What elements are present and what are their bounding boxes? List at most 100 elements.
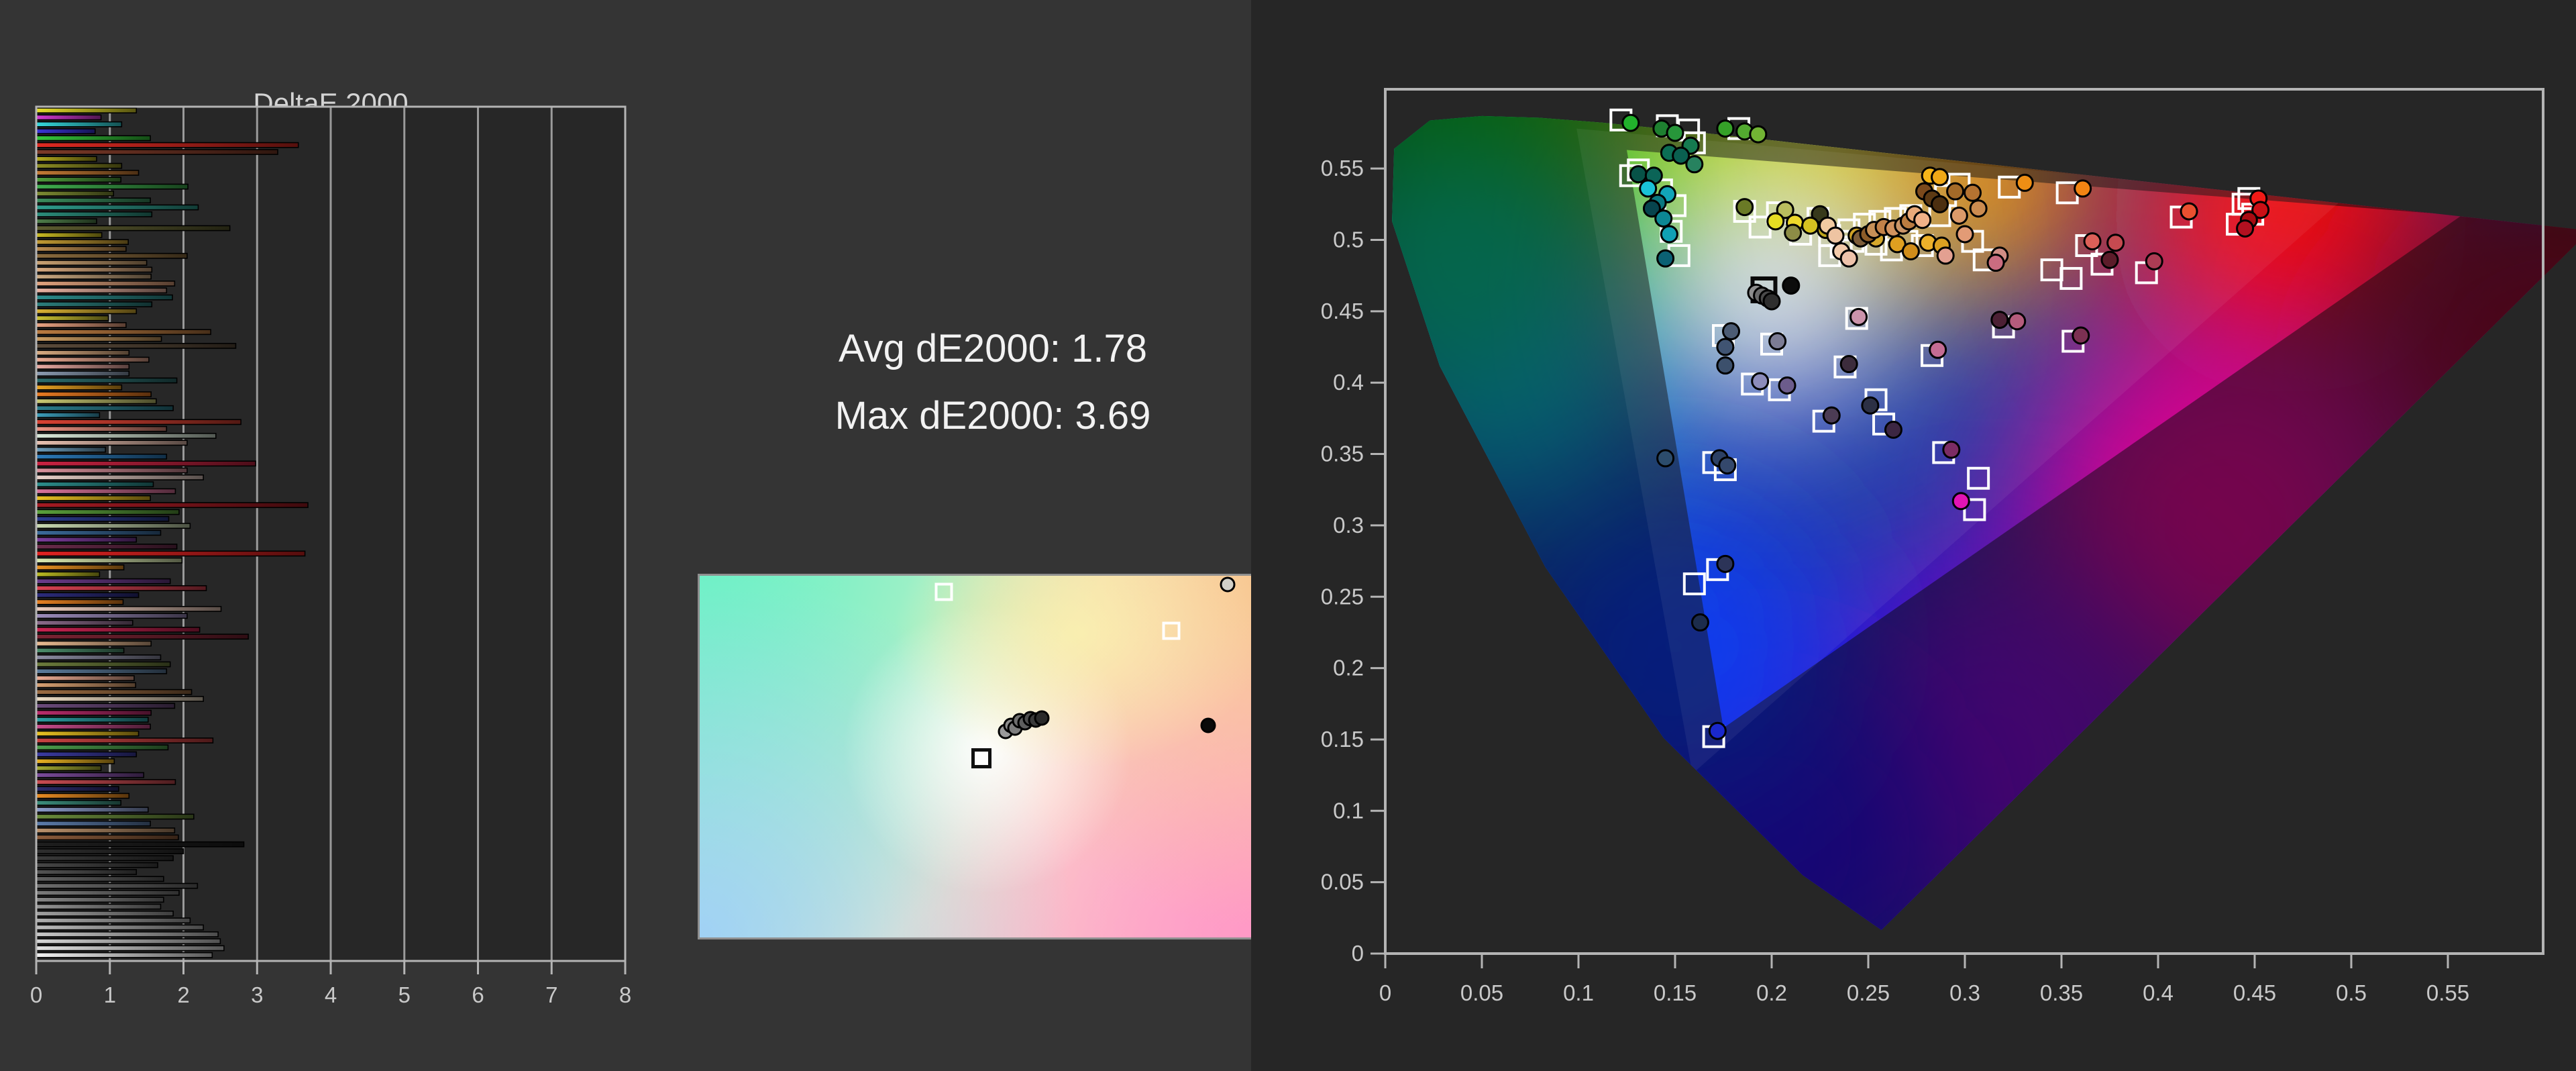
deltae-x-tick-label: 8 [619, 982, 631, 1007]
cie-y-tick-label: 0.4 [1333, 370, 1364, 395]
cie-x-tick-label: 0.4 [2143, 980, 2174, 1005]
ab-plane-gamut-chart [698, 574, 1277, 939]
deltae-x-tick-label: 0 [30, 982, 42, 1007]
measured-point-marker [1200, 717, 1216, 733]
cie-measured-circle [1822, 406, 1841, 425]
cie-y-tick-label: 0.15 [1321, 727, 1364, 752]
cie-measured-circle [1931, 168, 1949, 187]
cie-measured-circle [1778, 376, 1796, 395]
cie-measured-circle [1839, 355, 1858, 374]
cie-measured-circle [1990, 311, 2009, 329]
cie-measured-circle [2106, 234, 2125, 252]
cie-measured-circle [1849, 307, 1868, 326]
cie-measured-circle [1762, 292, 1781, 311]
cie-x-tick-label: 0.45 [2233, 980, 2276, 1005]
cie-y-tick-label: 0.3 [1333, 513, 1364, 538]
cie-measured-circle [1826, 226, 1845, 245]
cie-measured-circle [1969, 199, 1988, 218]
cie-x-tick-label: 0.2 [1756, 980, 1787, 1005]
cie-x-tick-label: 0.5 [2336, 980, 2367, 1005]
cie-measured-circle [1839, 249, 1858, 268]
deltae-x-tick-label: 7 [545, 982, 557, 1007]
cie-measured-circle [2100, 250, 2119, 269]
cie-measured-circle [1660, 225, 1678, 244]
deltae-bar-svg: 0 1 2 3 4 5 6 7 8 [30, 105, 631, 1007]
cie-x-tick-label: 0 [1379, 980, 1391, 1005]
cie-measured-circle [1621, 113, 1640, 132]
cie-measured-circle [1656, 249, 1675, 268]
cie-y-tick-label: 0.2 [1333, 656, 1364, 680]
cie-measured-circle [1716, 119, 1735, 138]
cie-measured-circle [1964, 183, 1982, 202]
cie-measured-circle [1901, 242, 1920, 261]
deltae-bar-plot: 0 1 2 3 4 5 6 7 8 [30, 105, 631, 1007]
cie-y-tick-label: 0.55 [1321, 156, 1364, 181]
cie-measured-circle [2072, 326, 2090, 345]
summary-stats: Avg dE2000: 1.78 Max dE2000: 3.69 [724, 315, 1261, 450]
measured-point-marker [1220, 576, 1236, 593]
cie-measured-circle [1942, 440, 1961, 459]
cie-x-tick-label: 0.15 [1654, 980, 1697, 1005]
cie-measured-circle [1690, 613, 1709, 632]
deltae-x-tick-label: 2 [177, 982, 189, 1007]
cie-x-tick-label: 0.05 [1460, 980, 1503, 1005]
cie-y-tick-label: 0.45 [1321, 299, 1364, 323]
cie-measured-circle [1685, 155, 1704, 174]
cie-y-tick-label: 0 [1352, 941, 1364, 966]
cie-measured-circle [2236, 219, 2255, 238]
cie-measured-circle [1955, 225, 1974, 244]
cie-measured-circle [2145, 252, 2163, 270]
cie-y-tick-label: 0.05 [1321, 870, 1364, 895]
cie-uv-svg: 0 0.05 0.1 0.15 0.2 0.25 0.3 0.35 0.4 0.45 0.5 0.55… [1251, 0, 2576, 1071]
cie-measured-circle [1722, 322, 1741, 341]
cie-measured-circle [2008, 312, 2027, 331]
cie-measured-circle [2083, 232, 2102, 251]
cie-measured-circle [1951, 492, 1970, 511]
reference-square-marker [934, 582, 953, 601]
measured-point-marker [1034, 710, 1050, 726]
deltae-x-tick-label: 5 [398, 982, 411, 1007]
cie-measured-circle [1784, 223, 1803, 242]
cie-measured-circle [1946, 182, 1965, 201]
cie-measured-circle [2180, 202, 2198, 221]
cie-measured-circle [1666, 123, 1684, 142]
cie-measured-circle [1639, 179, 1658, 198]
cie-measured-circle [1708, 721, 1727, 740]
cie-x-tick-label: 0.35 [2040, 980, 2083, 1005]
cie-uv-plot: 0 0.05 0.1 0.15 0.2 0.25 0.3 0.35 0.4 0.45 0.5 0.55… [1251, 0, 2576, 1071]
cie-measured-circle [1749, 125, 1768, 144]
cie-x-tick-label: 0.55 [2426, 980, 2469, 1005]
cie-measured-circle [1716, 356, 1735, 375]
cie-measured-circle [2074, 179, 2092, 198]
cie-measured-circle [1751, 372, 1770, 391]
cie-measured-circle [2015, 173, 2034, 192]
cie-measured-circle [1766, 212, 1785, 231]
deltae-x-tick-label: 6 [472, 982, 484, 1007]
cie-x-tick-label: 0.3 [1949, 980, 1980, 1005]
cie-x-tick-label: 0.1 [1563, 980, 1594, 1005]
cie-measured-circle [1884, 420, 1902, 439]
cie-measured-circle [1654, 209, 1673, 228]
deltae-x-tick-label: 1 [104, 982, 116, 1007]
reference-square-dark-marker [971, 748, 991, 769]
deltae-x-tick-label: 4 [325, 982, 337, 1007]
cie-measured-circle [1716, 554, 1735, 573]
cie-y-tick-label: 0.35 [1321, 442, 1364, 466]
cie-measured-circle [1656, 449, 1675, 468]
cie-x-tick-label: 0.25 [1847, 980, 1890, 1005]
cie-measured-circle [1913, 211, 1932, 230]
cie-measured-circle [1768, 332, 1787, 351]
cie-y-tick-label: 0.1 [1333, 798, 1364, 823]
cie-measured-circle [1936, 246, 1955, 265]
max-de2000-label: Max dE2000: 3.69 [835, 394, 1151, 438]
avg-de2000-label: Avg dE2000: 1.78 [838, 327, 1148, 370]
reference-square-marker [1162, 621, 1181, 640]
cie-measured-circle [1931, 195, 1949, 213]
cie-measured-circle [1718, 456, 1737, 475]
deltae-x-tick-label: 3 [251, 982, 263, 1007]
cie-measured-circle [1986, 254, 2005, 272]
cie-measured-circle [1782, 276, 1801, 295]
cie-measured-circle [1716, 338, 1735, 356]
cie-measured-circle [1949, 206, 1968, 225]
cie-y-tick-label: 0.25 [1321, 584, 1364, 609]
